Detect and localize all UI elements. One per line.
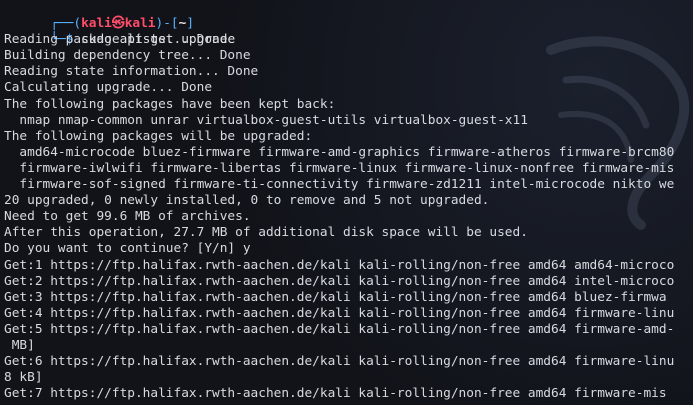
output-line: After this operation, 27.7 MB of additio… — [4, 225, 528, 241]
output-line: Get:4 https://ftp.halifax.rwth-aachen.de… — [4, 305, 675, 321]
prompt-line: ┌──(kali㉿kali)-[~] — [4, 0, 693, 31]
terminal-window[interactable]: ┌──(kali㉿kali)-[~] └─$ sudo apt-get upgr… — [0, 0, 693, 405]
output-line: nmap nmap-common unrar virtualbox-guest-… — [4, 112, 528, 128]
output-line: Get:5 https://ftp.halifax.rwth-aachen.de… — [4, 321, 675, 337]
output-line: Reading state information... Done — [4, 64, 259, 80]
output-line: The following packages will be upgraded: — [4, 128, 313, 144]
prompt-user: kali — [81, 16, 112, 32]
prompt-host: kali — [124, 16, 156, 32]
prompt-left-bracket: ┌──( — [50, 16, 82, 32]
output-line: 20 upgraded, 0 newly installed, 0 to rem… — [4, 193, 490, 209]
output-line: Get:3 https://ftp.halifax.rwth-aachen.de… — [4, 289, 667, 305]
output-line: The following packages have been kept ba… — [4, 96, 336, 112]
output-line: Do you want to continue? [Y/n] y — [4, 241, 251, 257]
terminal-content[interactable]: ┌──(kali㉿kali)-[~] └─$ sudo apt-get upgr… — [4, 0, 693, 402]
output-line: firmware-sof-signed firmware-ti-connecti… — [4, 177, 675, 193]
output-line: Get:2 https://ftp.halifax.rwth-aachen.de… — [4, 273, 675, 289]
output-line: firmware-iwlwifi firmware-libertas firmw… — [4, 160, 675, 176]
prompt-close-bracket: ] — [186, 16, 195, 32]
output-line: Get:1 https://ftp.halifax.rwth-aachen.de… — [4, 257, 675, 273]
output-line: Reading package lists... Done — [4, 32, 228, 48]
output-line: amd64-microcode bluez-firmware firmware-… — [4, 144, 675, 160]
output-line: Calculating upgrade... Done — [4, 80, 213, 96]
prompt-right-bracket: )-[ — [155, 16, 179, 32]
output-line: MB] — [4, 337, 35, 353]
output-line: Get:6 https://ftp.halifax.rwth-aachen.de… — [4, 354, 675, 370]
output-line: Building dependency tree... Done — [4, 48, 251, 64]
output-line: Get:7 https://ftp.halifax.rwth-aachen.de… — [4, 386, 667, 402]
output-line: Need to get 99.6 MB of archives. — [4, 209, 251, 225]
output-line: 8 kB] — [4, 370, 43, 386]
circled-at-icon: ㉿ — [111, 16, 125, 32]
